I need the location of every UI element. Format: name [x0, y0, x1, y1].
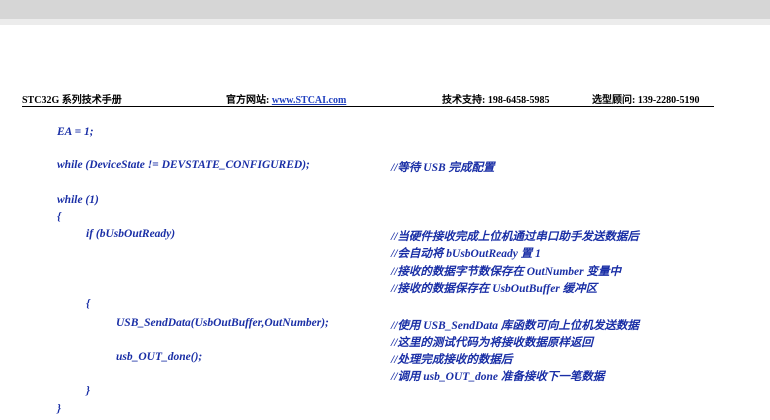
- code-comment: //调用 usb_OUT_done 准备接收下一笔数据: [391, 371, 605, 383]
- code-comment: //接收的数据字节数保存在 OutNumber 变量中: [391, 266, 622, 278]
- header-rule: [22, 106, 714, 107]
- code-comment: //处理完成接收的数据后: [391, 354, 513, 366]
- header-website-link[interactable]: www.STCAI.com: [272, 95, 346, 106]
- code-line: USB_SendData(UsbOutBuffer,OutNumber);: [116, 317, 329, 329]
- code-comment: //当硬件接收完成上位机通过串口助手发送数据后: [391, 231, 639, 243]
- code-line: }: [86, 385, 91, 397]
- header-website: 官方网站: www.STCAI.com: [226, 91, 346, 106]
- code-line: usb_OUT_done();: [116, 351, 203, 363]
- code-line: while (DeviceState != DEVSTATE_CONFIGURE…: [57, 159, 310, 171]
- code-comment: //这里的测试代码为将接收数据原样返回: [391, 337, 593, 349]
- header-support: 技术支持: 198-6458-5985: [442, 95, 550, 106]
- viewer-top-band: [0, 0, 770, 19]
- code-line: while (1): [57, 194, 99, 206]
- code-line: }: [57, 403, 62, 415]
- code-line: if (bUsbOutReady): [86, 228, 176, 240]
- viewer-top-band-shadow: [0, 19, 770, 25]
- code-line: EA = 1;: [57, 126, 94, 138]
- code-comment: //接收的数据保存在 UsbOutBuffer 缓冲区: [391, 283, 598, 295]
- code-comment: //会自动将 bUsbOutReady 置 1: [391, 248, 541, 260]
- code-line: {: [86, 298, 91, 310]
- code-comment: //等待 USB 完成配置: [391, 162, 495, 174]
- code-comment: //使用 USB_SendData 库函数可向上位机发送数据: [391, 320, 639, 332]
- header-product-title: STC32G 系列技术手册: [22, 95, 122, 106]
- header-advisor: 选型顾问: 139-2280-5190: [592, 95, 700, 106]
- page-header: STC32G 系列技术手册 官方网站: www.STCAI.com 技术支持: …: [22, 89, 714, 107]
- header-website-label: 官方网站:: [226, 95, 270, 106]
- code-line: {: [57, 211, 62, 223]
